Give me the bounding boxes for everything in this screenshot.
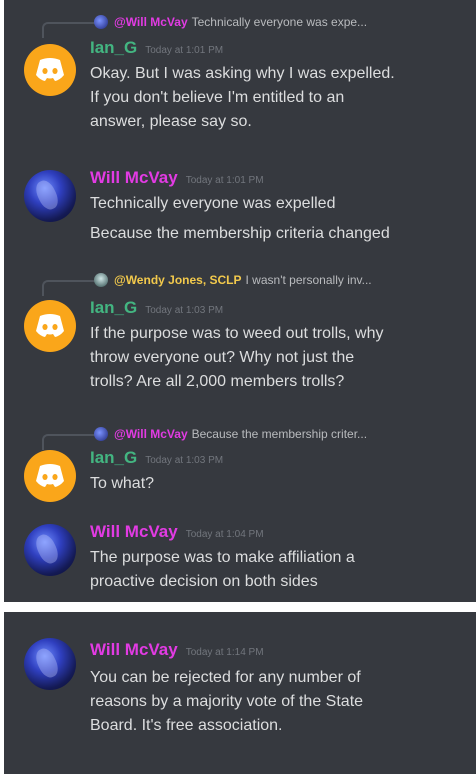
message-text: Because the membership criteria changed — [90, 225, 390, 242]
message-text: To what? — [90, 475, 155, 492]
author-name[interactable]: Ian_G Today at 1:03 PM — [90, 298, 223, 318]
message-text: If the purpose was to weed out trolls, w… — [90, 325, 384, 390]
chat-panel: @Will McVay Technically everyone was expe… — [4, 0, 476, 602]
avatar[interactable] — [24, 44, 76, 96]
message-text: The purpose was to make affiliation a pr… — [90, 549, 355, 590]
avatar[interactable] — [24, 170, 76, 222]
message-item[interactable]: @Wendy Jones, SCLP I wasn't personally in… — [4, 264, 476, 414]
message-text: Technically everyone was expelled — [90, 195, 336, 212]
message-item[interactable]: Will McVay Today at 1:04 PM The purpose w… — [4, 512, 476, 600]
message-item[interactable]: Will McVay Today at 1:14 PM You can be re… — [4, 612, 476, 774]
message-timestamp: Today at 1:03 PM — [145, 455, 224, 466]
reply-spine — [42, 280, 96, 296]
reply-preview: I wasn't personally inv... — [245, 273, 372, 287]
message-timestamp: Today at 1:03 PM — [145, 305, 224, 316]
message-item[interactable]: Will McVay Today at 1:01 PM Technically e… — [4, 158, 476, 258]
avatar[interactable] — [24, 450, 76, 502]
author-name[interactable]: Ian_G Today at 1:03 PM — [90, 448, 223, 468]
reply-avatar — [94, 427, 108, 441]
reply-preview: Technically everyone was expe... — [191, 15, 368, 29]
discord-logo-icon — [36, 314, 64, 337]
author-name[interactable]: Will McVay Today at 1:04 PM — [90, 522, 264, 542]
author-name[interactable]: Will McVay Today at 1:01 PM — [90, 168, 264, 188]
reply-author: @Will McVay — [114, 15, 188, 29]
message-text: You can be rejected for any number of re… — [90, 669, 364, 734]
message-timestamp: Today at 1:04 PM — [185, 529, 264, 540]
discord-logo-icon — [36, 464, 64, 487]
reply-author: @Will McVay — [114, 427, 188, 441]
message-timestamp: Today at 1:01 PM — [145, 45, 224, 56]
reply-avatar — [94, 15, 108, 29]
author-name[interactable]: Will McVay Today at 1:14 PM — [90, 640, 264, 660]
chat-panel: Will McVay Today at 1:14 PM You can be re… — [4, 612, 476, 774]
reply-author: @Wendy Jones, SCLP — [114, 273, 242, 287]
message-item[interactable]: @Will McVay Because the membership criter… — [4, 418, 476, 504]
reply-preview: Because the membership criter... — [191, 427, 368, 441]
message-item[interactable]: @Will McVay Technically everyone was expe… — [4, 0, 476, 150]
avatar[interactable] — [24, 638, 76, 690]
author-name[interactable]: Ian_G Today at 1:01 PM — [90, 38, 223, 58]
message-timestamp: Today at 1:01 PM — [185, 175, 264, 186]
message-text: Okay. But I was asking why I was expelle… — [90, 65, 395, 130]
reply-spine — [42, 22, 96, 38]
avatar[interactable] — [24, 300, 76, 352]
message-timestamp: Today at 1:14 PM — [185, 647, 264, 658]
reply-spine — [42, 434, 96, 450]
avatar[interactable] — [24, 524, 76, 576]
discord-logo-icon — [36, 58, 64, 81]
reply-avatar — [94, 273, 108, 287]
